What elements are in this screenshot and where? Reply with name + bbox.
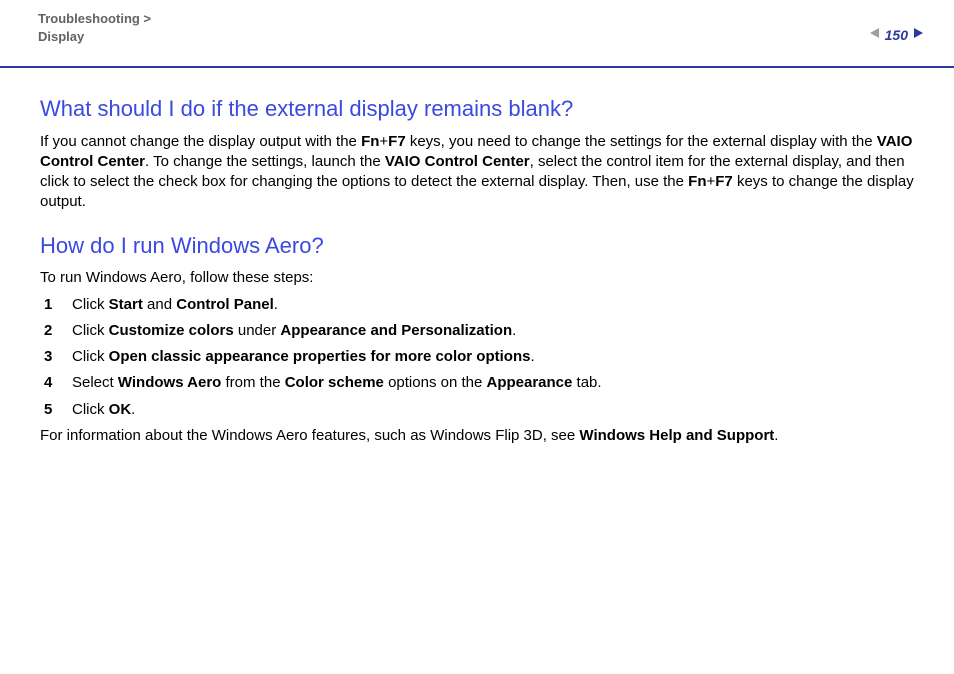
text: Click <box>72 296 109 313</box>
text: + <box>379 133 388 150</box>
text: Click <box>72 401 109 418</box>
text: Click <box>72 348 109 365</box>
text: and <box>143 296 176 313</box>
windows-help-support: Windows Help and Support <box>579 427 774 444</box>
steps-list: Click Start and Control Panel. Click Cus… <box>40 295 914 420</box>
text: from the <box>221 374 284 391</box>
page-number-nav: 150 <box>869 26 924 44</box>
breadcrumb-subsection: Display <box>38 29 84 44</box>
text: . <box>512 322 516 339</box>
list-item: Select Windows Aero from the Color schem… <box>40 373 914 393</box>
text: under <box>234 322 281 339</box>
list-item: Click Customize colors under Appearance … <box>40 321 914 341</box>
ui-customize-colors: Customize colors <box>109 322 234 339</box>
prev-page-arrow-icon[interactable] <box>869 26 881 44</box>
document-page: Troubleshooting > Display 150 What shoul… <box>0 0 954 674</box>
page-content: What should I do if the external display… <box>0 68 954 446</box>
text: keys, you need to change the settings fo… <box>406 133 877 150</box>
key-fn: Fn <box>688 173 706 190</box>
ui-control-panel: Control Panel <box>176 296 274 313</box>
ui-ok: OK <box>109 401 132 418</box>
list-item: Click OK. <box>40 400 914 420</box>
section2-outro: For information about the Windows Aero f… <box>40 426 914 446</box>
text: For information about the Windows Aero f… <box>40 427 579 444</box>
ui-classic-appearance: Open classic appearance properties for m… <box>109 348 531 365</box>
page-header: Troubleshooting > Display 150 <box>0 0 954 68</box>
text: tab. <box>572 374 601 391</box>
header-divider <box>0 66 954 68</box>
text: + <box>707 173 716 190</box>
text: . <box>131 401 135 418</box>
breadcrumb: Troubleshooting > Display <box>38 10 916 45</box>
list-item: Click Open classic appearance properties… <box>40 347 914 367</box>
ui-windows-aero: Windows Aero <box>118 374 221 391</box>
text: . <box>274 296 278 313</box>
ui-appearance-tab: Appearance <box>486 374 572 391</box>
text: . To change the settings, launch the <box>145 153 385 170</box>
next-page-arrow-icon[interactable] <box>912 26 924 44</box>
page-number: 150 <box>885 27 908 43</box>
ui-start: Start <box>109 296 143 313</box>
text: Click <box>72 322 109 339</box>
key-f7: F7 <box>715 173 733 190</box>
text: options on the <box>384 374 487 391</box>
vaio-control-center: VAIO Control Center <box>385 153 530 170</box>
section-heading-external-display: What should I do if the external display… <box>40 94 914 124</box>
breadcrumb-section: Troubleshooting > <box>38 11 151 26</box>
key-fn: Fn <box>361 133 379 150</box>
key-f7: F7 <box>388 133 406 150</box>
text: . <box>530 348 534 365</box>
text: Select <box>72 374 118 391</box>
ui-appearance-personalization: Appearance and Personalization <box>280 322 512 339</box>
section2-intro: To run Windows Aero, follow these steps: <box>40 268 914 288</box>
ui-color-scheme: Color scheme <box>285 374 384 391</box>
section-heading-windows-aero: How do I run Windows Aero? <box>40 231 914 261</box>
list-item: Click Start and Control Panel. <box>40 295 914 315</box>
text: . <box>774 427 778 444</box>
text: If you cannot change the display output … <box>40 133 361 150</box>
section1-paragraph: If you cannot change the display output … <box>40 132 914 213</box>
